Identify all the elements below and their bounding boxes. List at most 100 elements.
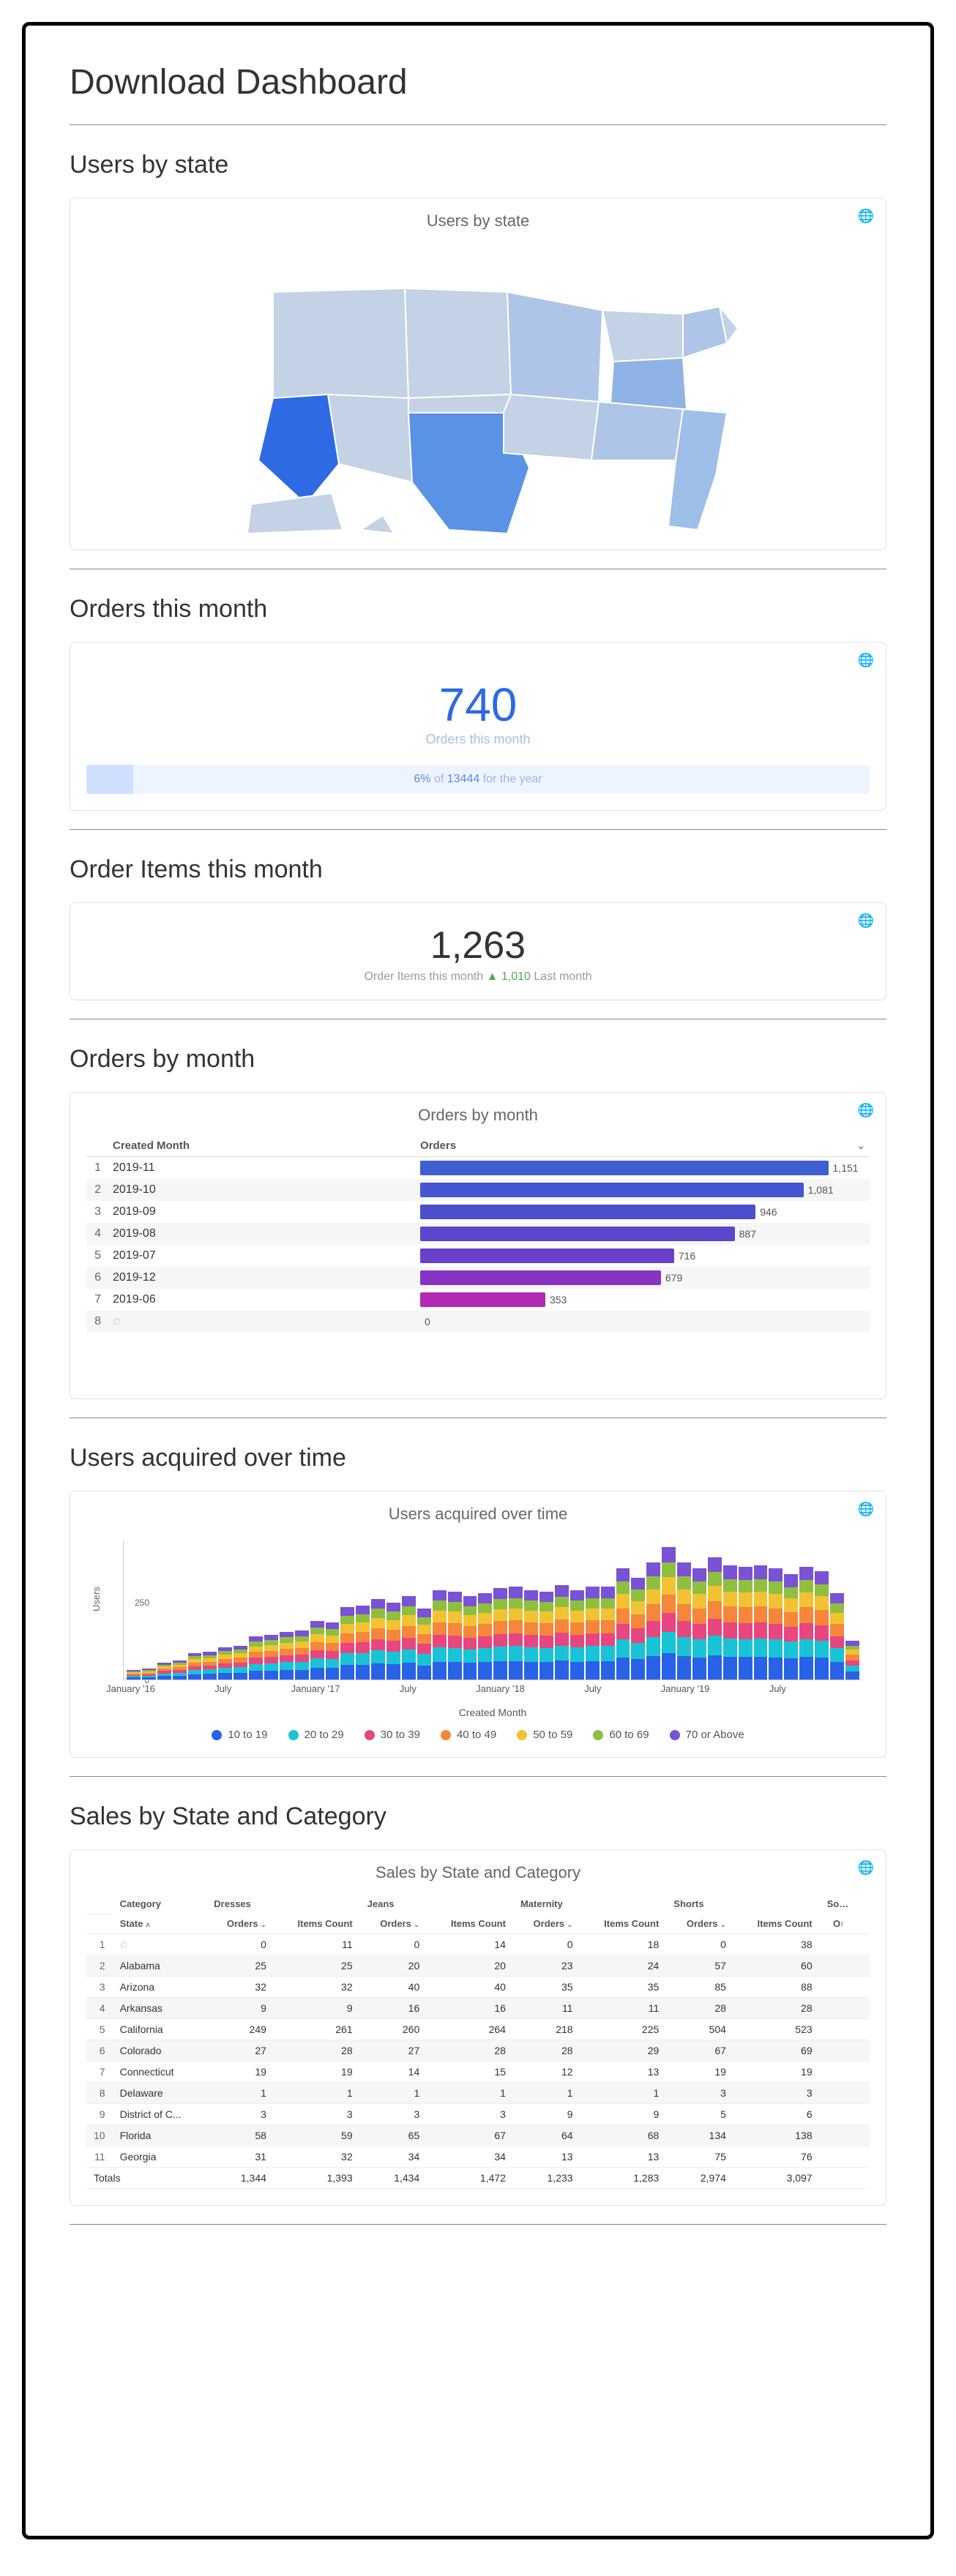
stacked-bar[interactable]: [142, 1669, 156, 1680]
stacked-bar[interactable]: [173, 1660, 187, 1680]
month-cell[interactable]: 2019-11: [107, 1157, 414, 1180]
category-header[interactable]: Shorts: [666, 1892, 819, 1914]
month-cell[interactable]: 2019-06: [107, 1289, 414, 1311]
globe-icon[interactable]: 🌐: [858, 913, 874, 929]
stacked-bar[interactable]: [845, 1641, 859, 1680]
globe-icon[interactable]: 🌐: [858, 653, 874, 668]
state-cell[interactable]: Georgia: [113, 2146, 207, 2168]
chevron-down-icon[interactable]: ⌄: [856, 1139, 865, 1152]
stacked-bar[interactable]: [371, 1599, 385, 1680]
legend-item[interactable]: 10 to 19: [212, 1729, 267, 1741]
bar-cell[interactable]: 353: [414, 1289, 870, 1311]
state-cell[interactable]: Colorado: [113, 2040, 207, 2062]
legend-item[interactable]: 50 to 59: [517, 1729, 572, 1741]
stacked-bar[interactable]: [203, 1652, 217, 1680]
month-cell[interactable]: 2019-10: [107, 1179, 414, 1201]
state-cell[interactable]: District of C...: [113, 2104, 207, 2125]
stacked-bar[interactable]: [616, 1568, 630, 1680]
legend-item[interactable]: 20 to 29: [288, 1729, 344, 1741]
stacked-bar[interactable]: [234, 1646, 247, 1680]
stacked-bar[interactable]: [509, 1587, 523, 1680]
state-cell[interactable]: California: [113, 2019, 207, 2040]
stacked-bar[interactable]: [417, 1609, 431, 1680]
category-header[interactable]: Jeans: [360, 1892, 513, 1914]
legend-item[interactable]: 30 to 39: [365, 1729, 420, 1741]
users-acquired-chart[interactable]: Users 0250 January '16JulyJanuary '17Jul…: [86, 1534, 870, 1718]
items-header[interactable]: Items Count: [427, 1914, 513, 1934]
stacked-bar[interactable]: [799, 1567, 813, 1680]
month-cell[interactable]: 2019-08: [107, 1223, 414, 1245]
stacked-bar[interactable]: [356, 1606, 370, 1680]
stacked-bar[interactable]: [127, 1670, 141, 1680]
stacked-bar[interactable]: [631, 1578, 645, 1680]
orders-header[interactable]: Orders⌄: [666, 1914, 733, 1934]
stacked-bar[interactable]: [402, 1596, 416, 1680]
stacked-bar[interactable]: [769, 1568, 783, 1680]
stacked-bar[interactable]: [784, 1574, 798, 1680]
stacked-bar[interactable]: [662, 1547, 676, 1680]
stacked-bar[interactable]: [708, 1557, 722, 1680]
bar-cell[interactable]: 1,151: [414, 1157, 870, 1180]
stacked-bar[interactable]: [280, 1632, 294, 1680]
stacked-bar[interactable]: [754, 1565, 768, 1680]
stacked-bar[interactable]: [448, 1592, 462, 1680]
bar-cell[interactable]: 0: [414, 1311, 870, 1333]
stacked-bar[interactable]: [601, 1587, 615, 1680]
stacked-bar[interactable]: [815, 1571, 829, 1680]
month-cell[interactable]: 2019-12: [107, 1267, 414, 1289]
stacked-bar[interactable]: [249, 1636, 263, 1680]
globe-icon[interactable]: 🌐: [858, 1502, 874, 1517]
stacked-bar[interactable]: [188, 1653, 202, 1680]
stacked-bar[interactable]: [723, 1565, 737, 1680]
bar-cell[interactable]: 716: [414, 1245, 870, 1267]
col-created-month[interactable]: Created Month: [107, 1135, 414, 1157]
state-cell[interactable]: Alabama: [113, 1955, 207, 1977]
bar-cell[interactable]: 887: [414, 1223, 870, 1245]
state-header[interactable]: State∧: [113, 1914, 207, 1934]
stacked-bar[interactable]: [478, 1593, 492, 1680]
globe-icon[interactable]: 🌐: [858, 209, 874, 224]
category-header[interactable]: So…: [820, 1892, 870, 1914]
bar-cell[interactable]: 679: [414, 1267, 870, 1289]
stacked-bar[interactable]: [586, 1587, 600, 1680]
bar-cell[interactable]: 946: [414, 1201, 870, 1223]
stacked-bar[interactable]: [830, 1593, 844, 1680]
state-cell[interactable]: ∅: [113, 1934, 207, 1955]
category-header[interactable]: Maternity: [513, 1892, 666, 1914]
state-cell[interactable]: Florida: [113, 2125, 207, 2146]
month-cell[interactable]: ∅: [107, 1311, 414, 1333]
stacked-bar[interactable]: [264, 1635, 278, 1680]
orders-header[interactable]: Orders⌄: [360, 1914, 427, 1934]
stacked-bar[interactable]: [524, 1590, 538, 1680]
stacked-bar[interactable]: [646, 1562, 660, 1680]
legend-item[interactable]: 60 to 69: [593, 1729, 649, 1741]
category-header[interactable]: Dresses: [206, 1892, 359, 1914]
stacked-bar[interactable]: [218, 1647, 232, 1680]
orders-header[interactable]: Orders⌄: [206, 1914, 274, 1934]
bar-cell[interactable]: 1,081: [414, 1179, 870, 1201]
stacked-bar[interactable]: [157, 1663, 171, 1680]
stacked-bar[interactable]: [739, 1567, 753, 1680]
stacked-bar[interactable]: [295, 1630, 309, 1680]
state-cell[interactable]: Arkansas: [113, 1998, 207, 2019]
globe-icon[interactable]: 🌐: [858, 1860, 874, 1876]
state-cell[interactable]: Delaware: [113, 2083, 207, 2104]
globe-icon[interactable]: 🌐: [858, 1103, 874, 1118]
stacked-bar[interactable]: [433, 1590, 447, 1680]
stacked-bar[interactable]: [539, 1592, 553, 1680]
month-cell[interactable]: 2019-09: [107, 1201, 414, 1223]
stacked-bar[interactable]: [555, 1585, 569, 1680]
state-cell[interactable]: Connecticut: [113, 2062, 207, 2083]
col-orders[interactable]: Orders⌄: [414, 1135, 870, 1157]
stacked-bar[interactable]: [310, 1621, 324, 1680]
stacked-bar[interactable]: [340, 1607, 354, 1680]
legend-item[interactable]: 40 to 49: [441, 1729, 496, 1741]
stacked-bar[interactable]: [386, 1603, 400, 1680]
usa-map[interactable]: [214, 241, 742, 533]
month-cell[interactable]: 2019-07: [107, 1245, 414, 1267]
stacked-bar[interactable]: [493, 1588, 507, 1680]
items-header[interactable]: Items Count: [733, 1914, 820, 1934]
stacked-bar[interactable]: [463, 1596, 477, 1680]
stacked-bar[interactable]: [692, 1568, 706, 1680]
orders-header[interactable]: Orders⌄: [513, 1914, 580, 1934]
